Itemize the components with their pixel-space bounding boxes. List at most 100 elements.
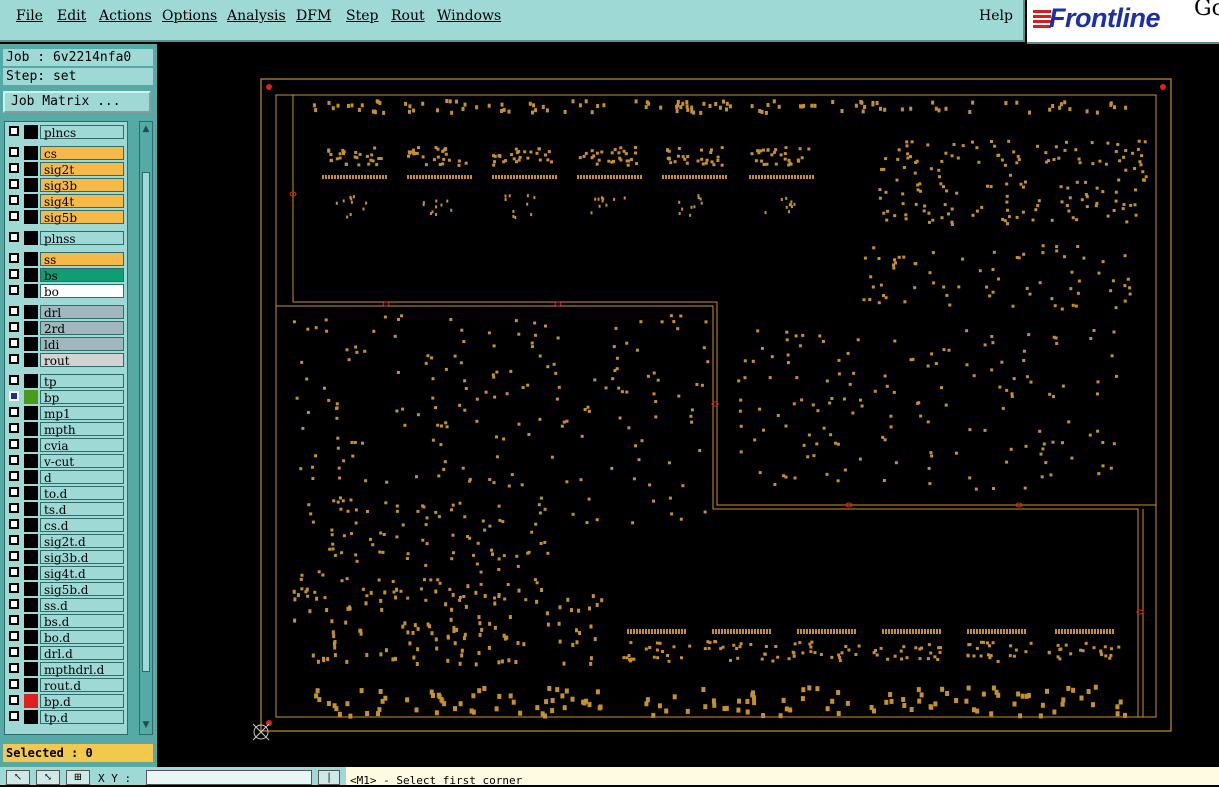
xy-input[interactable]: [146, 770, 312, 785]
layer-checkbox[interactable]: [9, 487, 19, 497]
layer-checkbox[interactable]: [9, 407, 19, 417]
zoom-tool-icon[interactable]: ⤡: [36, 770, 60, 785]
layer-row-ss-d[interactable]: ss.d: [6, 598, 126, 613]
layer-row-sig5b[interactable]: sig5b: [6, 210, 126, 225]
grid-tool-icon[interactable]: ⊞: [66, 770, 90, 785]
layer-row-tp[interactable]: tp: [6, 374, 126, 389]
layer-row-ts-d[interactable]: ts.d: [6, 502, 126, 517]
layer-name[interactable]: plncs: [40, 125, 124, 140]
layer-checkbox[interactable]: [9, 695, 19, 705]
layer-name[interactable]: ss: [40, 252, 124, 267]
layer-color-swatch[interactable]: [24, 550, 38, 564]
job-matrix-button[interactable]: Job Matrix ...: [3, 91, 151, 113]
layer-scrollbar[interactable]: ▲ ▼: [139, 121, 153, 735]
layer-name[interactable]: sig4t.d: [40, 566, 124, 581]
layer-name[interactable]: bs: [40, 268, 124, 283]
layer-checkbox[interactable]: [9, 306, 19, 316]
layer-row-mpthdrl-d[interactable]: mpthdrl.d: [6, 662, 126, 677]
layer-checkbox[interactable]: [9, 583, 19, 593]
layer-name[interactable]: bs.d: [40, 614, 124, 629]
layer-name[interactable]: to.d: [40, 486, 124, 501]
layer-checkbox[interactable]: [9, 599, 19, 609]
layer-checkbox[interactable]: [9, 471, 19, 481]
layer-name[interactable]: ts.d: [40, 502, 124, 517]
layer-name[interactable]: d: [40, 470, 124, 485]
layer-row-mp1[interactable]: mp1: [6, 406, 126, 421]
layer-color-swatch[interactable]: [24, 321, 38, 335]
layer-color-swatch[interactable]: [24, 406, 38, 420]
layer-name[interactable]: tp.d: [40, 710, 124, 725]
layer-row-drl-d[interactable]: drl.d: [6, 646, 126, 661]
layer-checkbox[interactable]: [9, 253, 19, 263]
layer-name[interactable]: v-cut: [40, 454, 124, 469]
layer-color-swatch[interactable]: [24, 390, 38, 404]
layer-checkbox[interactable]: [9, 503, 19, 513]
layer-color-swatch[interactable]: [24, 146, 38, 160]
layer-checkbox[interactable]: [9, 615, 19, 625]
layer-checkbox[interactable]: [9, 179, 19, 189]
layer-checkbox[interactable]: [9, 375, 19, 385]
layer-color-swatch[interactable]: [24, 710, 38, 724]
layer-checkbox[interactable]: [9, 211, 19, 221]
layer-name[interactable]: cs: [40, 146, 124, 161]
layer-checkbox[interactable]: [9, 679, 19, 689]
layer-name[interactable]: mpthdrl.d: [40, 662, 124, 677]
layer-row-ldi[interactable]: ldi: [6, 337, 126, 352]
layer-color-swatch[interactable]: [24, 438, 38, 452]
layer-name[interactable]: mp1: [40, 406, 124, 421]
layer-row-d[interactable]: d: [6, 470, 126, 485]
layer-row-sig4t-d[interactable]: sig4t.d: [6, 566, 126, 581]
layer-color-swatch[interactable]: [24, 534, 38, 548]
layer-row-ss[interactable]: ss: [6, 252, 126, 267]
layer-color-swatch[interactable]: [24, 694, 38, 708]
menu-step[interactable]: Step: [346, 8, 378, 24]
layer-color-swatch[interactable]: [24, 454, 38, 468]
layer-checkbox[interactable]: [9, 519, 19, 529]
layer-color-swatch[interactable]: [24, 518, 38, 532]
layer-color-swatch[interactable]: [24, 566, 38, 580]
layer-name[interactable]: sig4t: [40, 194, 124, 209]
layer-name[interactable]: rout.d: [40, 678, 124, 693]
layer-name[interactable]: ss.d: [40, 598, 124, 613]
layer-color-swatch[interactable]: [24, 194, 38, 208]
layer-checkbox[interactable]: [9, 338, 19, 348]
layer-name[interactable]: sig2t: [40, 162, 124, 177]
layer-name[interactable]: cs.d: [40, 518, 124, 533]
menu-options[interactable]: Options: [162, 8, 217, 24]
pointer-tool-icon[interactable]: ↖: [6, 770, 30, 785]
layer-row-v-cut[interactable]: v-cut: [6, 454, 126, 469]
layer-name[interactable]: ldi: [40, 337, 124, 352]
layer-color-swatch[interactable]: [24, 630, 38, 644]
layer-name[interactable]: 2rd: [40, 321, 124, 336]
layer-color-swatch[interactable]: [24, 374, 38, 388]
layer-row-2rd[interactable]: 2rd: [6, 321, 126, 336]
layer-checkbox[interactable]: [9, 423, 19, 433]
menu-dfm[interactable]: DFM: [296, 8, 331, 24]
layer-checkbox[interactable]: [9, 269, 19, 279]
layer-name[interactable]: drl: [40, 305, 124, 320]
layer-row-cvia[interactable]: cvia: [6, 438, 126, 453]
layer-color-swatch[interactable]: [24, 125, 38, 139]
layer-name[interactable]: mpth: [40, 422, 124, 437]
layer-color-swatch[interactable]: [24, 337, 38, 351]
layer-color-swatch[interactable]: [24, 502, 38, 516]
layer-row-sig3b[interactable]: sig3b: [6, 178, 126, 193]
menu-file[interactable]: File: [16, 8, 43, 24]
layer-color-swatch[interactable]: [24, 178, 38, 192]
layer-color-swatch[interactable]: [24, 422, 38, 436]
layer-row-sig2t-d[interactable]: sig2t.d: [6, 534, 126, 549]
layer-name[interactable]: sig5b: [40, 210, 124, 225]
layer-color-swatch[interactable]: [24, 678, 38, 692]
menu-edit[interactable]: Edit: [57, 8, 86, 24]
layer-color-swatch[interactable]: [24, 284, 38, 298]
layer-row-bo-d[interactable]: bo.d: [6, 630, 126, 645]
layer-row-plncs[interactable]: plncs: [6, 125, 126, 140]
layer-row-sig3b-d[interactable]: sig3b.d: [6, 550, 126, 565]
layer-color-swatch[interactable]: [24, 353, 38, 367]
layer-row-tp-d[interactable]: tp.d: [6, 710, 126, 725]
menu-help[interactable]: Help: [979, 8, 1013, 24]
layer-color-swatch[interactable]: [24, 598, 38, 612]
layer-color-swatch[interactable]: [24, 646, 38, 660]
layer-color-swatch[interactable]: [24, 470, 38, 484]
layer-color-swatch[interactable]: [24, 268, 38, 282]
